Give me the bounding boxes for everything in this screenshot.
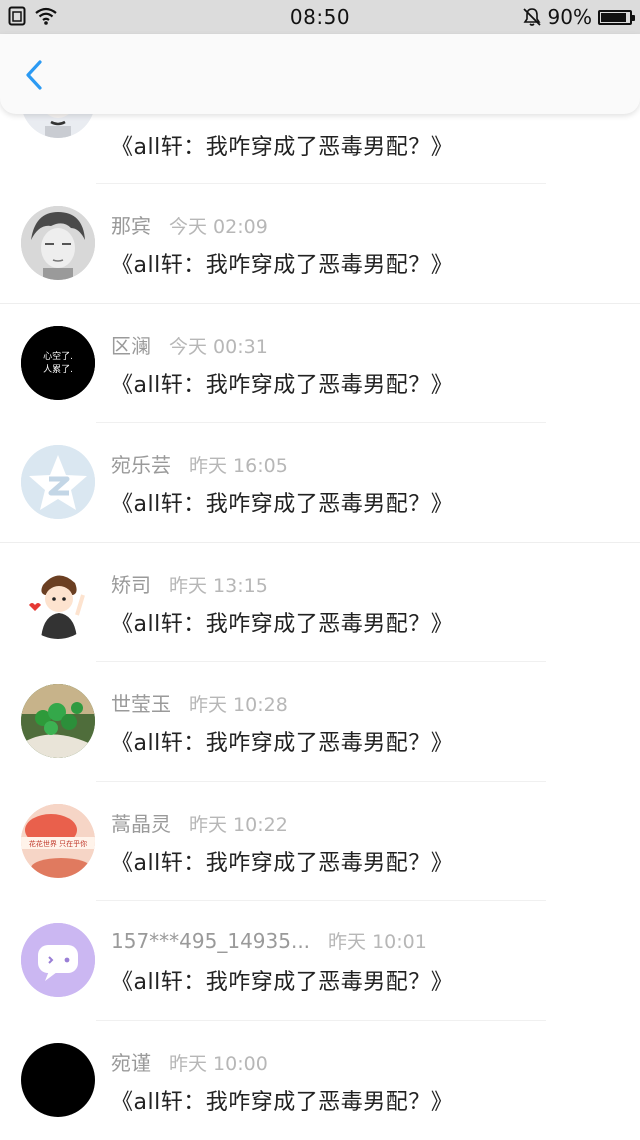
post-time: 今天 02:09: [169, 212, 268, 239]
list-item[interactable]: 宛乐芸 昨天 16:05 《all轩：我咋穿成了恶毒男配？》: [0, 423, 640, 543]
list-item[interactable]: 那宾 今天 02:09 《all轩：我咋穿成了恶毒男配？》: [0, 184, 640, 304]
comment-text: 《all轩：我咋穿成了恶毒男配？》: [111, 247, 453, 279]
item-meta: 那宾 今天 02:09: [111, 210, 268, 239]
chat-bubble-icon: [21, 923, 95, 997]
avatar-text: 人累了.: [43, 364, 73, 375]
avatar[interactable]: [21, 445, 95, 519]
post-time: 昨天 10:22: [189, 810, 288, 837]
list-item[interactable]: 花花世界 只在乎你 蒿晶灵 昨天 10:22 《all轩：我咋穿成了恶毒男配？》: [0, 782, 640, 902]
comment-text: 《all轩：我咋穿成了恶毒男配？》: [111, 129, 453, 161]
user-name[interactable]: 矫司: [111, 569, 151, 598]
list-item[interactable]: 矫司 昨天 13:15 《all轩：我咋穿成了恶毒男配？》: [0, 543, 640, 663]
post-time: 昨天 10:28: [189, 690, 288, 717]
user-name[interactable]: 那宾: [111, 210, 151, 239]
post-time: 昨天 10:01: [328, 927, 427, 954]
list-item[interactable]: 宛谨 昨天 10:00 《all轩：我咋穿成了恶毒男配？》: [0, 1021, 640, 1140]
user-name[interactable]: 宛谨: [111, 1047, 151, 1076]
status-bar: 08:50 90%: [0, 0, 640, 34]
avatar[interactable]: 心空了. 人累了.: [21, 326, 95, 400]
post-time: 昨天 10:00: [169, 1049, 268, 1076]
post-time: 今天 00:31: [169, 332, 268, 359]
item-meta: 世莹玉 昨天 10:28: [111, 688, 288, 717]
avatar-text: 心空了.: [43, 350, 73, 362]
list-item[interactable]: 世莹玉 昨天 10:28 《all轩：我咋穿成了恶毒男配？》: [0, 662, 640, 782]
item-meta: 宛乐芸 昨天 16:05: [111, 449, 288, 478]
user-name[interactable]: 蒿晶灵: [111, 808, 171, 837]
item-meta: 157***495_14935... 昨天 10:01: [111, 927, 427, 954]
user-name[interactable]: 宛乐芸: [111, 449, 171, 478]
avatar[interactable]: [21, 206, 95, 280]
avatar[interactable]: [21, 923, 95, 997]
comment-list: 《all轩：我咋穿成了恶毒男配？》 那宾 今天 02:09 《all轩：我咋穿成…: [0, 64, 640, 1140]
item-meta: 宛谨 昨天 10:00: [111, 1047, 268, 1076]
chevron-left-icon[interactable]: [20, 58, 52, 92]
battery-icon: [598, 10, 632, 25]
mute-bell-icon: [522, 7, 542, 27]
avatar-text: 花花世界 只在乎你: [29, 839, 87, 848]
item-meta: 区澜 今天 00:31: [111, 330, 268, 359]
avatar[interactable]: [21, 565, 95, 639]
comment-text: 《all轩：我咋穿成了恶毒男配？》: [111, 486, 453, 518]
avatar-sketch-boy-image: [21, 206, 95, 280]
comment-text: 《all轩：我咋穿成了恶毒男配？》: [111, 606, 453, 638]
comment-text: 《all轩：我咋穿成了恶毒男配？》: [111, 845, 453, 877]
top-nav-bar: [0, 34, 640, 114]
battery-percent: 90%: [548, 5, 592, 29]
user-name[interactable]: 世莹玉: [111, 688, 171, 717]
item-meta: 矫司 昨天 13:15: [111, 569, 268, 598]
user-name[interactable]: 157***495_14935...: [111, 929, 310, 953]
user-name[interactable]: 区澜: [111, 330, 151, 359]
comment-text: 《all轩：我咋穿成了恶毒男配？》: [111, 367, 453, 399]
avatar[interactable]: 花花世界 只在乎你: [21, 804, 95, 878]
avatar[interactable]: [21, 1043, 95, 1117]
avatar-black-text-image: 心空了. 人累了.: [21, 326, 95, 400]
status-right: 90%: [522, 5, 632, 29]
list-item[interactable]: 心空了. 人累了. 区澜 今天 00:31 《all轩：我咋穿成了恶毒男配？》: [0, 304, 640, 424]
avatar[interactable]: [21, 684, 95, 758]
qq-star-icon: [21, 445, 95, 519]
avatar-green-plant-image: [21, 684, 95, 758]
item-meta: 蒿晶灵 昨天 10:22: [111, 808, 288, 837]
avatar-red-banner-image: 花花世界 只在乎你: [21, 804, 95, 878]
post-time: 昨天 16:05: [189, 451, 288, 478]
comment-text: 《all轩：我咋穿成了恶毒男配？》: [111, 1084, 453, 1116]
comment-text: 《all轩：我咋穿成了恶毒男配？》: [111, 964, 453, 996]
comment-text: 《all轩：我咋穿成了恶毒男配？》: [111, 725, 453, 757]
post-time: 昨天 13:15: [169, 571, 268, 598]
avatar-cartoon-boy-image: [21, 565, 95, 639]
list-item[interactable]: 157***495_14935... 昨天 10:01 《all轩：我咋穿成了恶…: [0, 901, 640, 1021]
